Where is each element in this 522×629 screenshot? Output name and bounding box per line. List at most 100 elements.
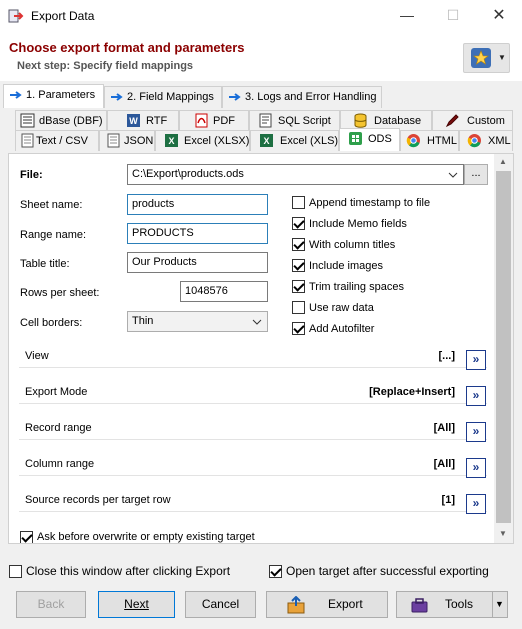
vertical-scrollbar[interactable]: ▲ ▼ bbox=[494, 154, 513, 543]
title-bar: Export Data — ☐ ✕ bbox=[0, 0, 522, 31]
group-export-mode-label: Export Mode bbox=[25, 386, 88, 398]
tab-xml-label: XML bbox=[488, 135, 511, 147]
chevron-down-icon bbox=[448, 172, 458, 178]
wizard-header: Choose export format and parameters Next… bbox=[0, 31, 522, 81]
expand-source-records-button[interactable]: » bbox=[466, 494, 486, 514]
checkbox[interactable] bbox=[269, 564, 282, 578]
tab-database-label: Database bbox=[374, 115, 422, 127]
group-column-range-value: [All] bbox=[433, 458, 455, 470]
tab-sql-label: SQL Script bbox=[278, 115, 331, 127]
export-app-icon bbox=[8, 9, 24, 23]
checkbox[interactable] bbox=[9, 564, 22, 578]
tools-button[interactable]: Tools ▼ bbox=[396, 591, 508, 618]
group-export-mode[interactable]: Export Mode [Replace+Insert] bbox=[19, 386, 487, 404]
tab-custom[interactable]: Custom bbox=[432, 110, 513, 131]
tab-rtf-label: RTF bbox=[146, 115, 168, 127]
tab-pdf[interactable]: PDF bbox=[179, 110, 249, 131]
option-append-timestamp[interactable]: Append timestamp to file bbox=[292, 196, 430, 209]
tab-excel-xls-label: Excel (XLS) bbox=[280, 135, 339, 147]
export-button[interactable]: Export bbox=[266, 591, 388, 618]
tab-dbase-label: dBase (DBF) bbox=[39, 115, 103, 127]
tab-parameters[interactable]: 1. Parameters bbox=[3, 84, 104, 108]
checkbox[interactable] bbox=[20, 531, 33, 543]
group-record-range[interactable]: Record range [All] bbox=[19, 422, 487, 440]
group-source-records[interactable]: Source records per target row [1] bbox=[19, 494, 487, 512]
star-icon bbox=[471, 48, 491, 68]
checkbox[interactable] bbox=[292, 217, 305, 230]
group-column-range[interactable]: Column range [All] bbox=[19, 458, 487, 476]
rows-per-sheet-input[interactable]: 1048576 bbox=[180, 281, 268, 302]
scroll-up-icon[interactable]: ▲ bbox=[499, 157, 507, 166]
maximize-button[interactable]: ☐ bbox=[430, 0, 476, 31]
tab-xml[interactable]: XML bbox=[459, 130, 513, 151]
checkbox[interactable] bbox=[292, 280, 305, 293]
checkbox[interactable] bbox=[292, 322, 305, 335]
tab-rtf[interactable]: W RTF bbox=[107, 110, 179, 131]
cell-borders-value: Thin bbox=[132, 315, 154, 327]
sheet-name-label: Sheet name: bbox=[20, 199, 83, 211]
tab-json[interactable]: JSON bbox=[99, 130, 155, 151]
tab-field-mappings[interactable]: 2. Field Mappings bbox=[104, 86, 222, 108]
export-icon bbox=[287, 596, 305, 614]
tab-logs-error-handling[interactable]: 3. Logs and Error Handling bbox=[222, 86, 382, 108]
option-raw-data[interactable]: Use raw data bbox=[292, 301, 374, 314]
chrome-icon bbox=[467, 134, 481, 148]
tab-text-csv[interactable]: Text / CSV bbox=[15, 130, 99, 151]
back-button[interactable]: Back bbox=[16, 591, 86, 618]
checkbox[interactable] bbox=[292, 238, 305, 251]
file-path-combo[interactable]: C:\Export\products.ods bbox=[127, 164, 464, 185]
option-include-images[interactable]: Include images bbox=[292, 259, 383, 272]
scroll-down-icon[interactable]: ▼ bbox=[499, 529, 507, 538]
tab-sql-script[interactable]: SQL Script bbox=[249, 110, 340, 131]
open-target-option[interactable]: Open target after successful exporting bbox=[269, 564, 489, 578]
tab-ods[interactable]: ODS bbox=[339, 128, 400, 151]
database-icon bbox=[354, 113, 367, 128]
chevron-down-icon: ▼ bbox=[498, 53, 506, 62]
expand-column-range-button[interactable]: » bbox=[466, 458, 486, 478]
chevron-down-icon[interactable]: ▼ bbox=[495, 592, 504, 617]
checkbox[interactable] bbox=[292, 301, 305, 314]
group-column-range-label: Column range bbox=[25, 458, 95, 470]
option-label: Include Memo fields bbox=[309, 217, 407, 230]
option-ask-overwrite[interactable]: Ask before overwrite or empty existing t… bbox=[20, 531, 255, 543]
tab-excel-xls[interactable]: X Excel (XLS) bbox=[250, 130, 339, 151]
close-button[interactable]: ✕ bbox=[476, 0, 522, 31]
tab-field-mappings-label: 2. Field Mappings bbox=[127, 91, 214, 103]
checkbox[interactable] bbox=[292, 196, 305, 209]
cancel-button-label: Cancel bbox=[201, 597, 240, 611]
svg-text:X: X bbox=[168, 136, 174, 146]
option-autofilter[interactable]: Add Autofilter bbox=[292, 322, 374, 335]
option-include-memo[interactable]: Include Memo fields bbox=[292, 217, 407, 230]
next-button-label: Next bbox=[124, 597, 149, 611]
window-title: Export Data bbox=[31, 9, 95, 23]
close-after-export-option[interactable]: Close this window after clicking Export bbox=[9, 564, 230, 578]
sheet-name-input[interactable]: products bbox=[127, 194, 268, 215]
cancel-button[interactable]: Cancel bbox=[185, 591, 256, 618]
cell-borders-select[interactable]: Thin bbox=[127, 311, 268, 332]
next-button[interactable]: Next bbox=[98, 591, 175, 618]
scrollbar-thumb[interactable] bbox=[496, 171, 511, 523]
group-view[interactable]: View [...] bbox=[19, 350, 487, 368]
option-column-titles[interactable]: With column titles bbox=[292, 238, 395, 251]
option-label: Trim trailing spaces bbox=[309, 280, 404, 293]
pencil-icon bbox=[445, 114, 459, 128]
browse-button[interactable]: ... bbox=[464, 164, 488, 185]
tab-text-csv-label: Text / CSV bbox=[36, 135, 88, 147]
file-path-value: C:\Export\products.ods bbox=[132, 168, 244, 180]
expand-view-button[interactable]: » bbox=[466, 350, 486, 370]
excel-icon: X bbox=[165, 134, 178, 147]
tab-excel-xlsx[interactable]: X Excel (XLSX) bbox=[155, 130, 250, 151]
favorites-button[interactable]: ▼ bbox=[463, 43, 510, 73]
table-title-input[interactable]: Our Products bbox=[127, 252, 268, 273]
expand-export-mode-button[interactable]: » bbox=[466, 386, 486, 406]
table-title-label: Table title: bbox=[20, 258, 70, 270]
range-name-input[interactable]: PRODUCTS bbox=[127, 223, 268, 244]
minimize-button[interactable]: — bbox=[384, 0, 430, 31]
word-icon: W bbox=[127, 114, 140, 127]
tab-pdf-label: PDF bbox=[213, 115, 235, 127]
checkbox[interactable] bbox=[292, 259, 305, 272]
tab-dbase[interactable]: dBase (DBF) bbox=[15, 110, 107, 131]
expand-record-range-button[interactable]: » bbox=[466, 422, 486, 442]
option-trim-spaces[interactable]: Trim trailing spaces bbox=[292, 280, 404, 293]
tab-html[interactable]: HTML bbox=[400, 130, 459, 151]
